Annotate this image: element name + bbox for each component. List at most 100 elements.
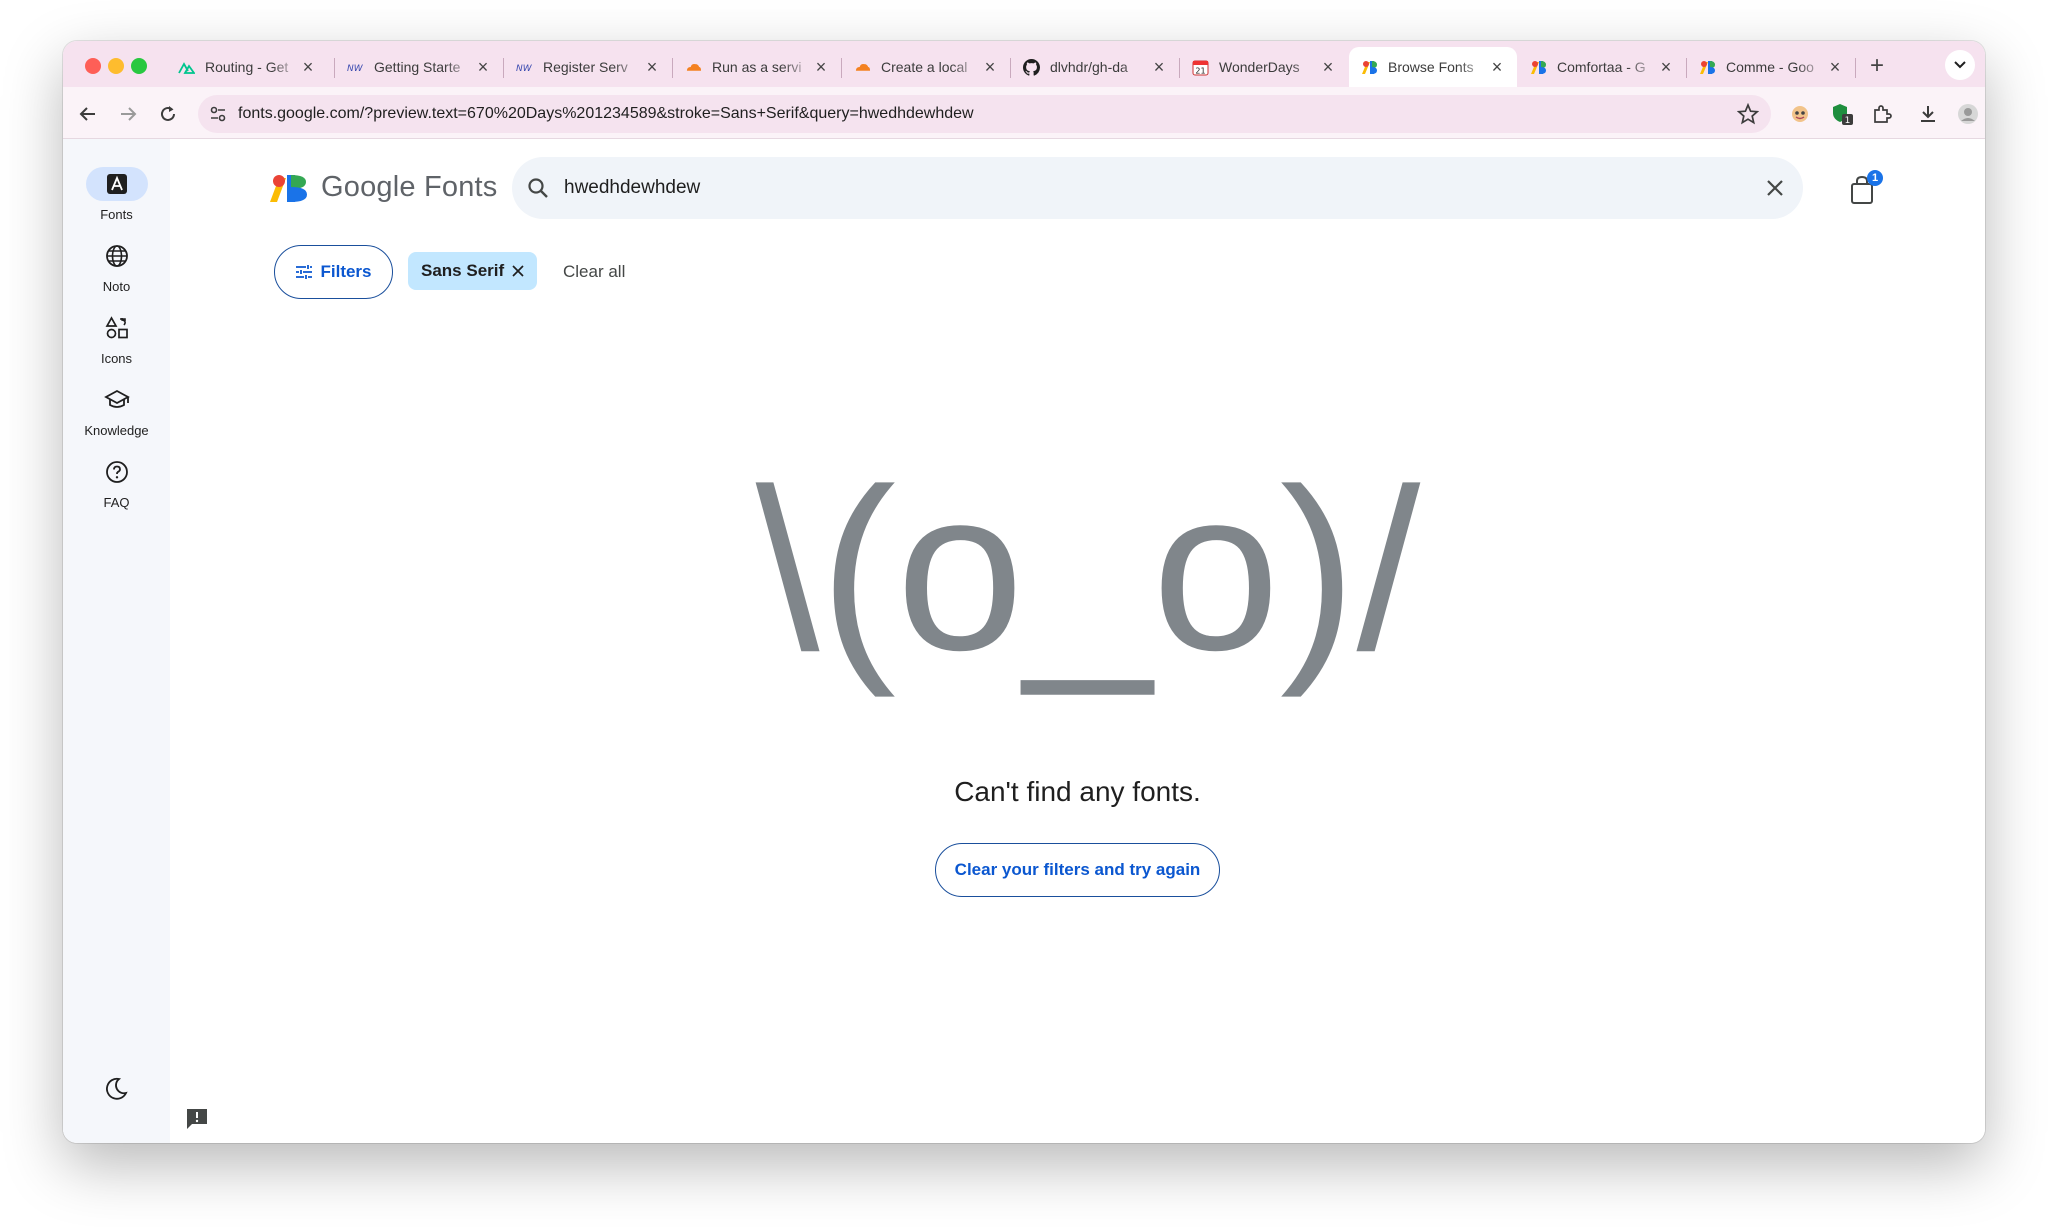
close-window-button[interactable] (85, 58, 101, 74)
tab-gh-dash[interactable]: dlvhdr/gh-da × (1011, 47, 1179, 87)
extension-emoji-button[interactable] (1785, 99, 1815, 129)
shield-icon: 1 (1833, 104, 1853, 126)
tab-title: Routing - Get (205, 59, 289, 75)
close-icon[interactable]: × (813, 58, 829, 76)
globe-icon (86, 239, 148, 273)
chevron-down-icon (1954, 61, 1966, 69)
tab-register-service[interactable]: NW Register Serv × (504, 47, 672, 87)
tab-wonderdays[interactable]: 21 WonderDays × (1180, 47, 1348, 87)
close-icon[interactable]: × (1489, 58, 1505, 76)
forward-button[interactable] (113, 99, 143, 129)
minimize-window-button[interactable] (108, 58, 124, 74)
calendar-day: 21 (1195, 66, 1205, 75)
clear-filters-button[interactable]: Clear your filters and try again (935, 843, 1220, 897)
sidebar-item-label: FAQ (103, 495, 130, 510)
feedback-icon (187, 1109, 207, 1129)
bookmark-star-icon[interactable] (1737, 103, 1759, 125)
tab-getting-started[interactable]: NW Getting Starte × (335, 47, 503, 87)
close-icon[interactable] (509, 262, 527, 280)
avatar (1958, 104, 1978, 124)
download-icon (1921, 106, 1935, 122)
face-text: \(o_o)/ (756, 464, 1421, 698)
calendar-icon: 21 (1192, 59, 1209, 76)
empty-state-message: Can't find any fonts. (954, 776, 1201, 807)
tab-title: dlvhdr/gh-da (1050, 59, 1128, 75)
tab-routing[interactable]: Routing - Get × (166, 47, 328, 87)
close-icon[interactable]: × (1320, 58, 1336, 76)
dark-mode-toggle[interactable] (103, 1076, 129, 1102)
tab-comfortaa[interactable]: Comfortaa - G × (1518, 47, 1686, 87)
sidebar-item-label: Noto (102, 279, 131, 294)
tab-title: Getting Starte (374, 59, 461, 75)
sidebar-item-fonts[interactable]: Fonts (63, 167, 170, 222)
sidebar-item-icons[interactable]: Icons (63, 311, 170, 366)
google-fonts-logo-icon (270, 174, 307, 202)
zoom-window-button[interactable] (131, 58, 147, 74)
school-icon (86, 383, 148, 417)
search-input[interactable] (564, 174, 1724, 202)
close-icon[interactable]: × (1151, 58, 1167, 76)
search-icon (528, 178, 548, 198)
profile-button[interactable] (1953, 99, 1983, 129)
cart-count-badge: 1 (1867, 170, 1883, 186)
tab-title: Register Serv (543, 59, 628, 75)
extensions-button[interactable] (1867, 99, 1897, 129)
nuxt-icon (178, 59, 195, 76)
clear-all-link[interactable]: Clear all (563, 262, 625, 282)
sidebar-item-faq[interactable]: FAQ (63, 455, 170, 510)
google-fonts-icon (1530, 59, 1547, 76)
nw-icon: NW (347, 59, 364, 76)
extension-badge: 1 (1845, 116, 1851, 126)
tab-title: Run as a servi (712, 59, 802, 75)
tab-title: WonderDays (1219, 59, 1300, 75)
nav-rail: Fonts Noto Icons Knowledge FAQ (63, 139, 170, 1143)
tab-search-button[interactable] (1945, 50, 1975, 80)
close-icon[interactable]: × (475, 58, 491, 76)
browser-toolbar: fonts.google.com/?preview.text=670%20Day… (63, 87, 1985, 139)
back-button[interactable] (73, 99, 103, 129)
google-fonts-icon (1699, 59, 1716, 76)
close-icon[interactable]: × (644, 58, 660, 76)
tab-create-local[interactable]: Create a local × (842, 47, 1010, 87)
new-tab-button[interactable]: + (1862, 51, 1892, 81)
tab-title: Browse Fonts (1388, 59, 1474, 75)
tab-title: Create a local (881, 59, 968, 75)
feedback-button[interactable] (185, 1107, 209, 1131)
tab-browse-fonts[interactable]: Browse Fonts × (1349, 47, 1517, 87)
address-bar[interactable]: fonts.google.com/?preview.text=670%20Day… (198, 95, 1771, 133)
close-icon[interactable] (1761, 174, 1789, 202)
tab-run-as-service[interactable]: Run as a servi × (673, 47, 841, 87)
reload-icon (161, 106, 175, 121)
emoji-extension-icon (1792, 106, 1808, 122)
empty-state-face: \(o_o)/ (756, 464, 1421, 698)
sidebar-item-knowledge[interactable]: Knowledge (63, 383, 170, 438)
github-icon (1023, 58, 1040, 76)
filter-chip-sans-serif[interactable]: Sans Serif (408, 252, 537, 290)
sidebar-item-noto[interactable]: Noto (63, 239, 170, 294)
font-icon (85, 167, 148, 201)
site-settings-icon[interactable] (208, 104, 228, 124)
reload-button[interactable] (153, 99, 183, 129)
close-icon[interactable]: × (300, 58, 316, 76)
sidebar-item-label: Knowledge (84, 423, 149, 438)
arrow-right-icon (121, 107, 137, 121)
close-icon[interactable]: × (1658, 58, 1674, 76)
extension-shield-button[interactable]: 1 (1827, 99, 1857, 129)
browser-window: Routing - Get × NW Getting Starte × NW R… (63, 41, 1985, 1143)
chip-label: Sans Serif (421, 261, 505, 280)
google-fonts-logo[interactable]: Google Fonts (269, 171, 498, 204)
tab-strip: Routing - Get × NW Getting Starte × NW R… (63, 41, 1985, 87)
cloudflare-icon (685, 59, 702, 76)
close-icon[interactable]: × (982, 58, 998, 76)
tab-comme[interactable]: Comme - Goo × (1687, 47, 1855, 87)
help-icon (86, 455, 148, 489)
sidebar-item-label: Fonts (100, 207, 133, 222)
shapes-icon (86, 311, 148, 345)
downloads-button[interactable] (1913, 99, 1943, 129)
tab-divider (1855, 58, 1856, 78)
moon-icon (106, 1077, 128, 1100)
close-icon[interactable]: × (1827, 58, 1843, 76)
font-search-bar[interactable] (512, 157, 1803, 219)
filters-button[interactable]: Filters (274, 245, 393, 299)
nw-icon: NW (516, 59, 533, 76)
